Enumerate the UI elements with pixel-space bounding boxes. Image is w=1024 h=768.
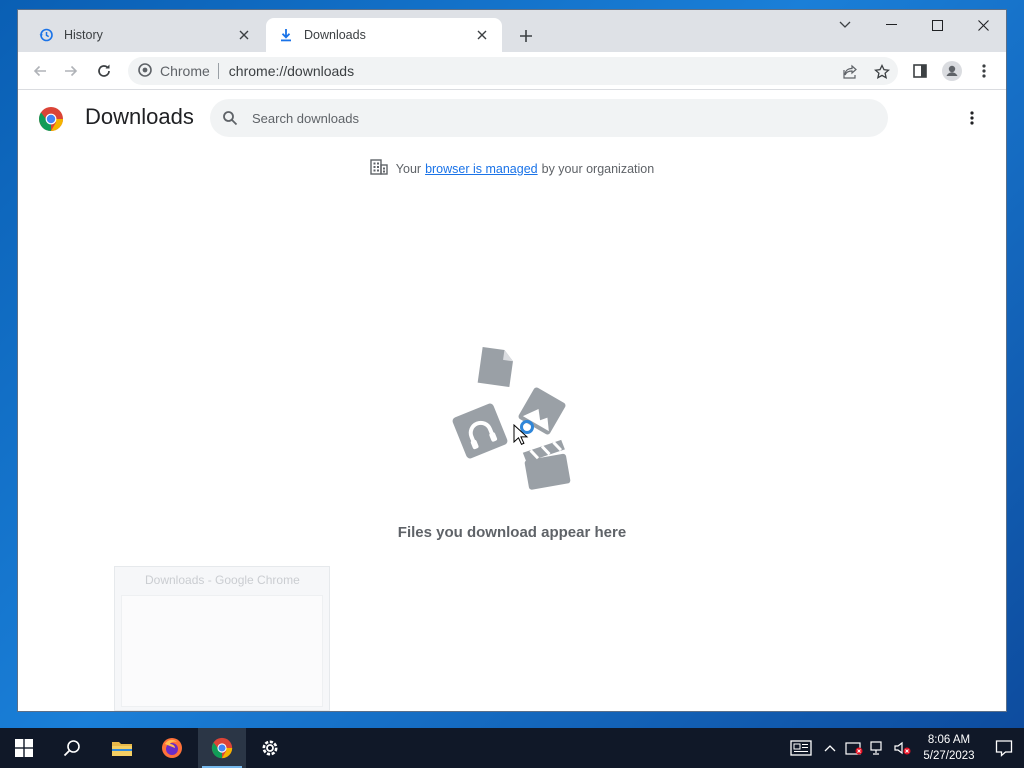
- close-tab-icon[interactable]: [236, 27, 252, 43]
- maximize-icon: [931, 19, 943, 31]
- document-icon: [477, 346, 513, 388]
- page-header: Downloads: [18, 90, 1006, 146]
- start-icon: [15, 739, 33, 757]
- reload-icon: [98, 64, 110, 77]
- downloads-page: Downloads Your browser is managed by you…: [18, 90, 1006, 711]
- tab-history[interactable]: History: [26, 18, 264, 52]
- share-icon: [843, 64, 857, 79]
- more-vert-icon: [982, 64, 986, 78]
- side-panel-button[interactable]: [908, 59, 932, 83]
- search-icon: [223, 111, 238, 126]
- network-icon: [870, 741, 882, 755]
- minimize-button[interactable]: [868, 10, 914, 40]
- search-input[interactable]: [252, 110, 852, 126]
- firefox-icon: [162, 738, 182, 758]
- managed-notice-suffix: by your organization: [541, 161, 655, 176]
- notification-icon: [995, 740, 1013, 757]
- maximize-button[interactable]: [914, 10, 960, 40]
- reload-button[interactable]: [92, 59, 116, 83]
- empty-downloads-illustration: [452, 346, 571, 490]
- settings-icon: [262, 740, 278, 756]
- history-icon: [38, 27, 54, 43]
- taskbar-preview-ghost: Downloads - Google Chrome: [114, 566, 330, 711]
- close-window-button[interactable]: [960, 10, 1006, 40]
- tab-search-button[interactable]: [822, 10, 868, 40]
- firefox-button[interactable]: [148, 728, 196, 768]
- omnibox-actions: [834, 61, 898, 83]
- tab-strip: History Downloads: [18, 10, 1006, 52]
- volume-button[interactable]: [890, 728, 914, 768]
- url-text[interactable]: chrome://downloads: [229, 63, 354, 79]
- mouse-cursor-icon: [513, 424, 529, 445]
- search-box[interactable]: [210, 99, 888, 137]
- chrome-logo-icon: [39, 107, 63, 131]
- arrow-left-icon: [33, 65, 46, 77]
- close-icon: [977, 19, 989, 31]
- avatar-icon: [942, 61, 962, 81]
- more-vert-icon: [970, 111, 974, 125]
- system-tray: 8:06 AM 5/27/2023: [784, 728, 1024, 768]
- minimize-icon: [885, 24, 897, 25]
- browser-menu-button[interactable]: [972, 59, 996, 83]
- browser-managed-link[interactable]: browser is managed: [425, 162, 538, 176]
- profile-button[interactable]: [940, 59, 964, 83]
- news-widget-button[interactable]: [784, 728, 818, 768]
- arrow-right-icon: [65, 65, 78, 77]
- empty-state-message: Files you download appear here: [397, 524, 627, 541]
- chevron-down-icon: [839, 21, 851, 28]
- video-icon: [522, 439, 571, 490]
- back-button[interactable]: [28, 59, 52, 83]
- tab-title: Downloads: [304, 28, 366, 42]
- tab-downloads[interactable]: Downloads: [266, 18, 502, 52]
- bookmark-button[interactable]: [866, 61, 898, 83]
- security-warning-icon: [845, 742, 863, 755]
- download-icon: [278, 27, 294, 43]
- search-icon: [63, 740, 80, 757]
- ghost-window-thumbnail: [121, 595, 323, 707]
- taskbar-search-button[interactable]: [48, 728, 96, 768]
- downloads-menu-button[interactable]: [962, 108, 982, 128]
- browser-toolbar: Chrome chrome://downloads: [18, 52, 1006, 90]
- star-icon: [874, 64, 890, 79]
- security-tray-button[interactable]: [842, 728, 866, 768]
- chrome-site-icon: [138, 62, 152, 80]
- forward-button[interactable]: [59, 59, 83, 83]
- start-button[interactable]: [0, 728, 48, 768]
- clock[interactable]: 8:06 AM 5/27/2023: [914, 732, 984, 764]
- clock-time: 8:06 AM: [927, 734, 971, 746]
- building-icon: [370, 159, 388, 178]
- chevron-up-icon: [824, 745, 836, 752]
- file-explorer-button[interactable]: [98, 728, 146, 768]
- omnibox-divider: [217, 63, 219, 79]
- managed-notice: Your browser is managed by your organiza…: [18, 159, 1006, 178]
- chrome-taskbar-button[interactable]: [198, 728, 246, 768]
- volume-muted-icon: [894, 741, 911, 755]
- network-button[interactable]: [866, 728, 890, 768]
- site-label: Chrome: [160, 63, 210, 79]
- settings-button[interactable]: [246, 728, 294, 768]
- close-tab-icon[interactable]: [474, 27, 490, 43]
- window-controls: [822, 10, 1006, 42]
- share-button[interactable]: [834, 61, 866, 83]
- ghost-window-title: Downloads - Google Chrome: [145, 573, 300, 587]
- chrome-icon: [211, 737, 233, 759]
- side-panel-icon: [913, 64, 927, 78]
- audio-icon: [452, 403, 508, 459]
- action-center-button[interactable]: [984, 728, 1024, 768]
- clock-date: 5/27/2023: [923, 750, 975, 762]
- taskbar: 8:06 AM 5/27/2023: [0, 728, 1024, 768]
- news-icon: [790, 740, 812, 756]
- page-title: Downloads: [85, 104, 194, 129]
- file-explorer-icon: [112, 742, 132, 756]
- managed-notice-prefix: Your: [395, 161, 422, 176]
- plus-icon: [520, 30, 532, 42]
- new-tab-button[interactable]: [514, 24, 538, 48]
- show-hidden-icons-button[interactable]: [818, 728, 842, 768]
- address-bar[interactable]: Chrome chrome://downloads: [128, 57, 898, 85]
- tab-title: History: [64, 28, 103, 42]
- browser-window: History Downloads Chrome chrome://downlo…: [18, 10, 1006, 711]
